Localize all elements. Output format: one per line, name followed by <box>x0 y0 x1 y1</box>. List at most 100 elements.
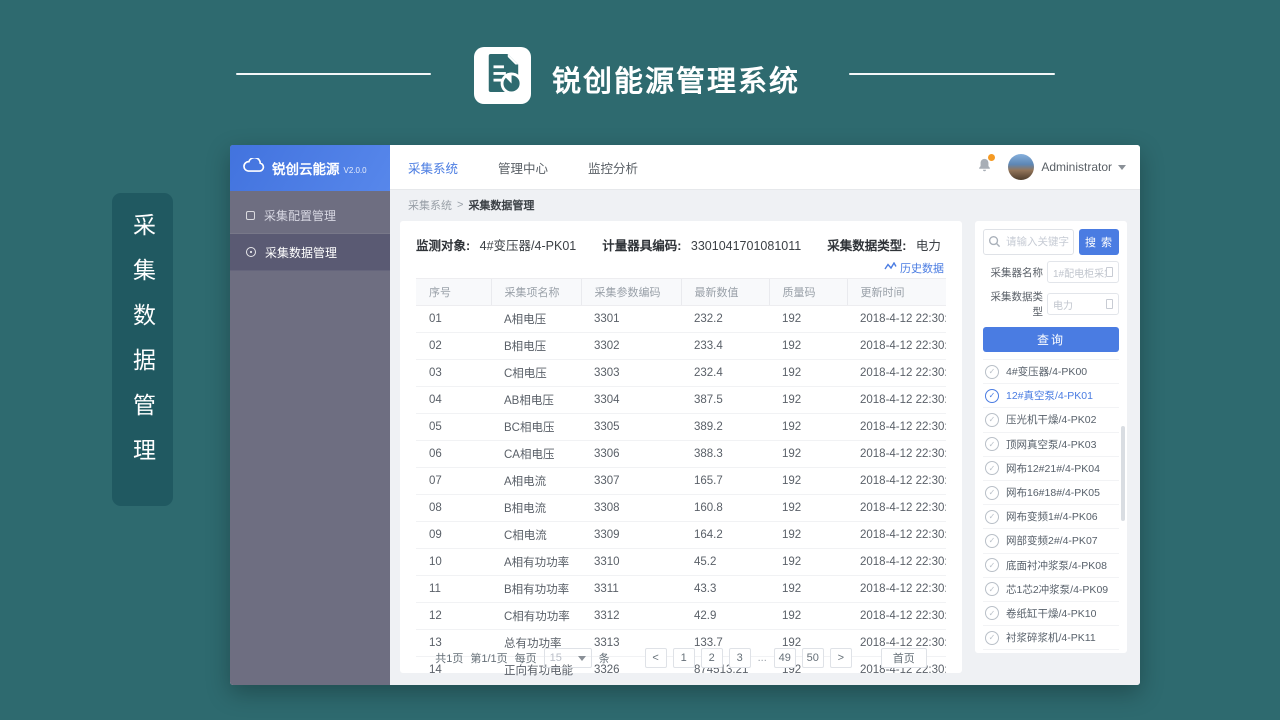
page-button[interactable]: 1 <box>673 648 695 668</box>
query-button[interactable]: 查询 <box>983 327 1119 352</box>
search-button[interactable]: 搜 索 <box>1079 229 1119 255</box>
device-item[interactable]: ✓芯1芯2冲浆泵/4-PK09 <box>983 578 1119 602</box>
datatype-value: 电力 <box>1053 297 1073 312</box>
table-cell: 2018-4-12 22:30:45 <box>847 306 946 333</box>
table-cell: B相电流 <box>491 495 581 522</box>
device-item[interactable]: ✓4#变压器/4-PK00 <box>983 360 1119 384</box>
check-circle-icon: ✓ <box>985 365 999 379</box>
table-row: 02B相电压3302233.41922018-4-12 22:30:45 <box>416 333 946 360</box>
table-cell: 192 <box>769 387 847 414</box>
page-buttons-group: < 123...4950 > <box>645 648 852 668</box>
page-button[interactable]: 2 <box>701 648 723 668</box>
device-label: 网布16#18#/4-PK05 <box>1006 485 1100 500</box>
table-cell: A相电流 <box>491 468 581 495</box>
notification-bell-icon[interactable] <box>977 157 992 178</box>
table-cell: C相有功功率 <box>491 603 581 630</box>
table-row: 09C相电流3309164.21922018-4-12 22:30:45 <box>416 522 946 549</box>
first-page-button[interactable]: 首页 <box>881 648 927 668</box>
config-icon <box>246 211 255 220</box>
table-cell: 07 <box>416 468 491 495</box>
collector-select[interactable]: 1#配电柜采集器 <box>1047 261 1119 283</box>
nav-item-2[interactable]: 监控分析 <box>588 158 638 177</box>
device-item[interactable]: ✓ 网布16#18#/4-PK05 <box>983 481 1119 505</box>
avatar[interactable] <box>1008 154 1034 180</box>
device-item[interactable]: ✓ 网布变频1#/4-PK06 <box>983 505 1119 529</box>
device-item[interactable]: ✓底面衬冲浆泵/4-PK08 <box>983 554 1119 578</box>
page-buttons: 123...4950 <box>673 648 824 668</box>
breadcrumb-separator: > <box>457 199 463 211</box>
device-label: 网布12#21#/4-PK04 <box>1006 461 1100 476</box>
user-name[interactable]: Administrator <box>1041 160 1112 174</box>
scrollbar-thumb[interactable] <box>1121 426 1125 521</box>
sidebar: 锐创云能源 V2.0.0 采集配置管理 采集数据管理 <box>230 145 390 685</box>
check-circle-icon: ✓ <box>985 437 999 451</box>
table-cell: 02 <box>416 333 491 360</box>
table-cell: 192 <box>769 549 847 576</box>
per-page-label: 每页 <box>515 650 537 666</box>
table-cell: 10 <box>416 549 491 576</box>
table-cell: 192 <box>769 603 847 630</box>
prev-page-button[interactable]: < <box>645 648 667 668</box>
page-button[interactable]: 50 <box>802 648 824 668</box>
page-button[interactable]: 3 <box>729 648 751 668</box>
device-item[interactable]: ✓顶网真空泵/4-PK03 <box>983 433 1119 457</box>
datatype-select[interactable]: 电力 <box>1047 293 1119 315</box>
history-row: 历史数据 <box>400 254 962 274</box>
check-circle-icon: ✓ <box>985 486 999 500</box>
check-circle-icon: ✓ <box>985 510 999 524</box>
table-cell: 2018-4-12 22:30:45 <box>847 522 946 549</box>
device-item[interactable]: ✓12#真空泵/4-PK01 <box>983 384 1119 408</box>
history-data-link[interactable]: 历史数据 <box>884 260 944 276</box>
device-item[interactable]: ✓压光机干燥/4-PK02 <box>983 408 1119 432</box>
column-header: 序号 <box>416 279 491 306</box>
data-type: 采集数据类型: 电力 <box>827 235 941 254</box>
nav-item-0[interactable]: 采集系统 <box>408 158 458 177</box>
table-cell: 2018-4-12 22:30:45 <box>847 441 946 468</box>
sidebar-item-data[interactable]: 采集数据管理 <box>230 234 390 271</box>
monitor-object-value: 4#变压器/4-PK01 <box>480 239 577 253</box>
table-cell: 2018-4-12 22:30:45 <box>847 549 946 576</box>
table-cell: 2018-4-12 22:30:45 <box>847 495 946 522</box>
table-cell: 192 <box>769 414 847 441</box>
table-cell: B相电压 <box>491 333 581 360</box>
page-button[interactable]: 49 <box>774 648 796 668</box>
table-cell: 42.9 <box>681 603 769 630</box>
table-header-row: 序号采集项名称采集参数编码最新数值质量码更新时间 <box>416 279 946 306</box>
table-cell: 3310 <box>581 549 681 576</box>
topbar-right: Administrator <box>977 154 1126 180</box>
device-item[interactable]: ✓衬浆碎浆机/4-PK11 <box>983 626 1119 650</box>
breadcrumb: 采集系统 > 采集数据管理 <box>390 190 1140 219</box>
column-header: 更新时间 <box>847 279 946 306</box>
data-type-label: 采集数据类型: <box>827 239 906 253</box>
column-header: 采集项名称 <box>491 279 581 306</box>
device-item[interactable]: ✓网布12#21#/4-PK04 <box>983 457 1119 481</box>
chevron-down-icon[interactable] <box>1118 165 1126 170</box>
next-page-button[interactable]: > <box>830 648 852 668</box>
table-cell: 192 <box>769 441 847 468</box>
monitor-object-label: 监测对象: <box>416 239 470 253</box>
sidebar-item-label: 采集数据管理 <box>265 244 337 261</box>
device-label: 网部变频2#/4-PK07 <box>1006 533 1098 548</box>
nav-item-1[interactable]: 管理中心 <box>498 158 548 177</box>
table-cell: 3309 <box>581 522 681 549</box>
search-row: 搜 索 <box>983 229 1119 255</box>
meter-code: 计量器具编码: 3301041701081011 <box>602 235 801 254</box>
per-page-select[interactable]: 15 <box>544 648 592 668</box>
meter-code-label: 计量器具编码: <box>602 239 681 253</box>
sidebar-item-config[interactable]: 采集配置管理 <box>230 197 390 234</box>
device-label: 压光机干燥/4-PK02 <box>1006 412 1096 427</box>
history-link-label: 历史数据 <box>900 260 944 276</box>
table-cell: 164.2 <box>681 522 769 549</box>
check-circle-icon: ✓ <box>985 582 999 596</box>
table-row: 12C相有功功率331242.91922018-4-12 22:30:45 <box>416 603 946 630</box>
device-item[interactable]: ✓卷纸缸干燥/4-PK10 <box>983 602 1119 626</box>
check-circle-icon: ✓ <box>985 389 999 403</box>
table-cell: 11 <box>416 576 491 603</box>
device-label: 网布变频1#/4-PK06 <box>1006 509 1098 524</box>
device-item[interactable]: ✓网部变频2#/4-PK07 <box>983 529 1119 553</box>
data-type-value: 电力 <box>916 239 941 253</box>
breadcrumb-parent[interactable]: 采集系统 <box>408 197 452 213</box>
notification-badge <box>987 153 996 162</box>
table-cell: 06 <box>416 441 491 468</box>
table-cell: 43.3 <box>681 576 769 603</box>
